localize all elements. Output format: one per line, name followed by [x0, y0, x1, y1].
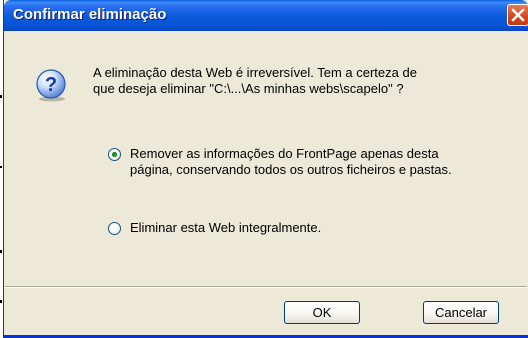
option-delete-web-entirely[interactable]: Eliminar esta Web integralmente.: [108, 220, 321, 236]
option-label: Eliminar esta Web integralmente.: [130, 220, 322, 235]
message-line: que deseja eliminar "C:\...\As minhas we…: [93, 81, 404, 96]
option-remove-frontpage-info[interactable]: Remover as informações do FrontPage apen…: [108, 146, 452, 178]
svg-text:?: ?: [45, 74, 57, 96]
option-label: Remover as informações do FrontPage apen…: [130, 146, 439, 161]
cancel-button[interactable]: Cancelar: [423, 301, 499, 324]
close-icon: [511, 8, 525, 22]
ok-button[interactable]: OK: [284, 301, 360, 324]
close-button[interactable]: [507, 4, 528, 26]
separator: [5, 286, 527, 288]
message-line: A eliminação desta Web é irreversível. T…: [93, 65, 417, 80]
radio-button[interactable]: [108, 222, 121, 235]
confirm-delete-dialog: Confirmar eliminação ? A eliminação dest…: [3, 0, 528, 338]
radio-button[interactable]: [108, 148, 121, 161]
question-icon: ?: [36, 69, 66, 102]
title-bar: Confirmar eliminação: [4, 0, 528, 31]
dialog-title: Confirmar eliminação: [13, 6, 167, 23]
option-label: página, conservando todos os outros fich…: [130, 162, 452, 177]
confirmation-message: A eliminação desta Web é irreversível. T…: [93, 65, 513, 97]
